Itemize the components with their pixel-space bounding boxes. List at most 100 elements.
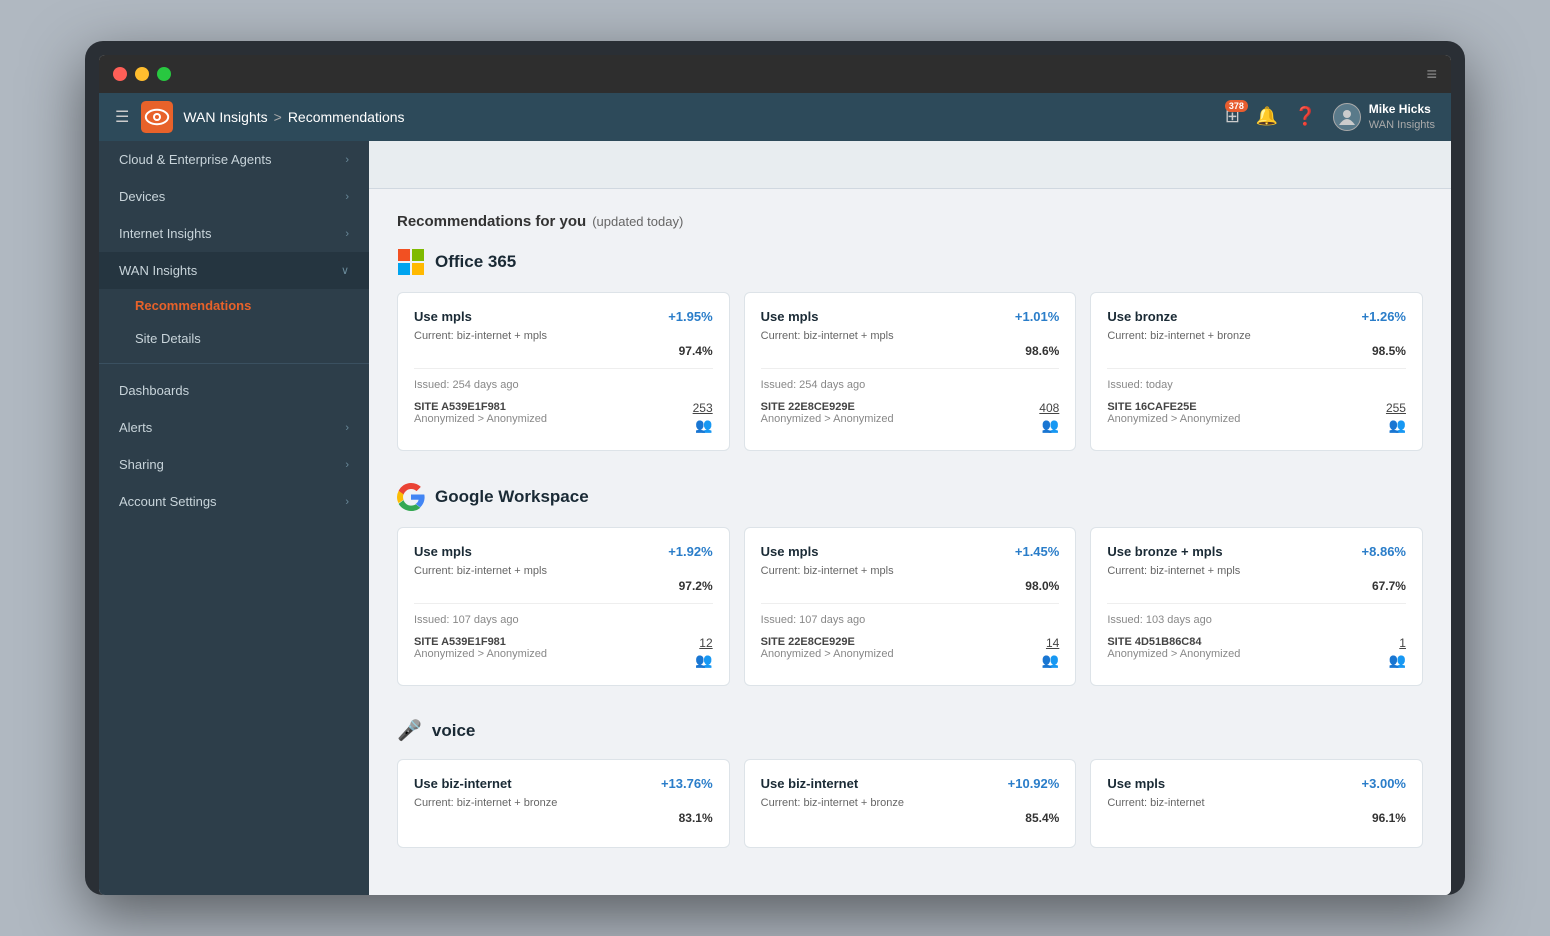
card-score: 97.2% [679, 579, 713, 593]
voice-card-1[interactable]: Use biz-internet +10.92% Current: biz-in… [744, 759, 1077, 848]
bell-icon[interactable]: 🔔 [1256, 106, 1278, 127]
office365-header: Office 365 [397, 248, 1423, 276]
card-improvement: +1.92% [668, 544, 712, 559]
card-count: 14 [1046, 636, 1059, 650]
content-body: Recommendations for you (updated today) [369, 189, 1451, 895]
card-improvement: +1.26% [1362, 309, 1406, 324]
sidebar-sub-label-recommendations: Recommendations [135, 298, 251, 313]
maximize-button[interactable] [157, 67, 171, 81]
title-bar: ≡ [99, 55, 1451, 93]
office365-card-2[interactable]: Use bronze +1.26% Current: biz-internet … [1090, 292, 1423, 451]
card-score: 85.4% [1025, 811, 1059, 825]
card-issued: Issued: 254 days ago [761, 379, 1060, 391]
voice-name: voice [432, 721, 475, 741]
sidebar-item-wan-insights[interactable]: WAN Insights ∨ [99, 252, 369, 289]
nav-right: ⊞ 378 🔔 ❓ Mike Hicks WAN Insights [1225, 102, 1435, 132]
card-issued: Issued: 107 days ago [414, 614, 713, 626]
top-nav: ☰ WAN Insights > Recommendations ⊞ 378 🔔… [99, 93, 1451, 141]
voice-section: 🎤 voice Use biz-internet +13.76% Current… [397, 718, 1423, 848]
card-improvement: +13.76% [661, 776, 713, 791]
sidebar-item-internet-insights[interactable]: Internet Insights › [99, 215, 369, 252]
card-score: 96.1% [1372, 811, 1406, 825]
office365-card-1[interactable]: Use mpls +1.01% Current: biz-internet + … [744, 292, 1077, 451]
google-card-1[interactable]: Use mpls +1.45% Current: biz-internet + … [744, 527, 1077, 686]
breadcrumb-parent[interactable]: WAN Insights [183, 109, 267, 125]
card-current: Current: biz-internet + mpls [761, 565, 1060, 577]
chevron-right-icon: › [345, 191, 349, 203]
google-card-0[interactable]: Use mpls +1.92% Current: biz-internet + … [397, 527, 730, 686]
close-button[interactable] [113, 67, 127, 81]
office365-section: Office 365 Use mpls +1.95% Current: biz-… [397, 248, 1423, 451]
card-site: SITE 16CAFE25E [1107, 401, 1240, 413]
sidebar-label-account: Account Settings [119, 494, 217, 509]
card-improvement: +1.45% [1015, 544, 1059, 559]
sidebar-item-dashboards[interactable]: Dashboards [99, 372, 369, 409]
sidebar-label-sharing: Sharing [119, 457, 164, 472]
card-rec-label: Use mpls [1107, 776, 1165, 791]
card-score: 97.4% [679, 344, 713, 358]
notifications-badge[interactable]: ⊞ 378 [1225, 106, 1240, 127]
sidebar-item-account-settings[interactable]: Account Settings › [99, 483, 369, 520]
card-rec-label: Use mpls [414, 544, 472, 559]
help-icon[interactable]: ❓ [1294, 106, 1316, 127]
card-divider [1107, 368, 1406, 369]
user-menu[interactable]: Mike Hicks WAN Insights [1333, 102, 1435, 132]
chevron-right-icon: › [345, 459, 349, 471]
card-improvement: +8.86% [1362, 544, 1406, 559]
users-icon: 👥 [1389, 417, 1406, 434]
sidebar-label-devices: Devices [119, 189, 165, 204]
office365-cards: Use mpls +1.95% Current: biz-internet + … [397, 292, 1423, 451]
card-current: Current: biz-internet + mpls [414, 330, 713, 342]
card-rec-label: Use biz-internet [414, 776, 512, 791]
card-issued: Issued: 254 days ago [414, 379, 713, 391]
google-workspace-section: Google Workspace Use mpls +1.92% Current… [397, 483, 1423, 686]
office365-name: Office 365 [435, 252, 516, 272]
username: Mike Hicks [1369, 102, 1435, 118]
google-icon [397, 483, 425, 511]
users-icon: 👥 [1042, 417, 1059, 434]
card-divider [414, 368, 713, 369]
office365-card-0[interactable]: Use mpls +1.95% Current: biz-internet + … [397, 292, 730, 451]
breadcrumb: WAN Insights > Recommendations [183, 109, 404, 125]
card-rec-label: Use biz-internet [761, 776, 859, 791]
sidebar-item-sharing[interactable]: Sharing › [99, 446, 369, 483]
card-count: 253 [693, 401, 713, 415]
nav-hamburger[interactable]: ☰ [115, 107, 129, 127]
card-current: Current: biz-internet + bronze [761, 797, 1060, 809]
card-divider [761, 368, 1060, 369]
card-rec-label: Use bronze + mpls [1107, 544, 1222, 559]
chevron-right-icon: › [345, 496, 349, 508]
voice-card-0[interactable]: Use biz-internet +13.76% Current: biz-in… [397, 759, 730, 848]
breadcrumb-current: Recommendations [288, 109, 405, 125]
google-card-2[interactable]: Use bronze + mpls +8.86% Current: biz-in… [1090, 527, 1423, 686]
card-divider [1107, 603, 1406, 604]
sidebar-label-dashboards: Dashboards [119, 383, 189, 398]
section-title-row: Recommendations for you (updated today) [397, 213, 1423, 230]
sidebar-divider [99, 363, 369, 364]
voice-card-2[interactable]: Use mpls +3.00% Current: biz-internet 96… [1090, 759, 1423, 848]
card-improvement: +1.95% [668, 309, 712, 324]
sidebar-item-devices[interactable]: Devices › [99, 178, 369, 215]
title-bar-menu-icon[interactable]: ≡ [1426, 64, 1437, 85]
card-site: SITE 22E8CE929E [761, 636, 894, 648]
avatar [1333, 103, 1361, 131]
card-current: Current: biz-internet + bronze [414, 797, 713, 809]
sidebar-item-alerts[interactable]: Alerts › [99, 409, 369, 446]
card-current: Current: biz-internet + bronze [1107, 330, 1406, 342]
card-route: Anonymized > Anonymized [1107, 413, 1240, 425]
sidebar-sub-label-site-details: Site Details [135, 331, 201, 346]
card-issued: Issued: 107 days ago [761, 614, 1060, 626]
card-site: SITE A539E1F981 [414, 401, 547, 413]
minimize-button[interactable] [135, 67, 149, 81]
card-site: SITE A539E1F981 [414, 636, 547, 648]
main-layout: Cloud & Enterprise Agents › Devices › In… [99, 141, 1451, 895]
microphone-icon: 🎤 [397, 718, 422, 743]
card-rec-label: Use bronze [1107, 309, 1177, 324]
sidebar-sub-site-details[interactable]: Site Details [99, 322, 369, 355]
card-issued: Issued: today [1107, 379, 1406, 391]
voice-cards: Use biz-internet +13.76% Current: biz-in… [397, 759, 1423, 848]
sidebar-label-alerts: Alerts [119, 420, 152, 435]
sidebar-sub-recommendations[interactable]: Recommendations [99, 289, 369, 322]
sidebar-item-cloud-agents[interactable]: Cloud & Enterprise Agents › [99, 141, 369, 178]
card-current: Current: biz-internet + mpls [761, 330, 1060, 342]
